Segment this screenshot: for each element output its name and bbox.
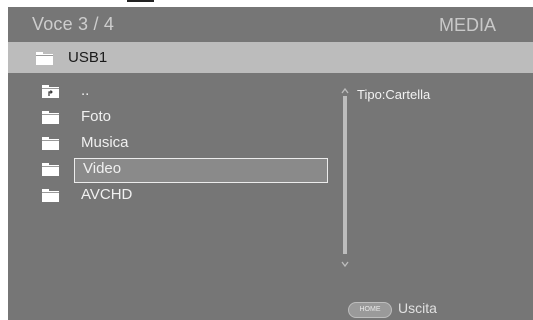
- list-item-foto[interactable]: Foto: [42, 105, 332, 129]
- item-counter: Voce 3 / 4: [32, 14, 115, 34]
- list-item-label: AVCHD: [81, 186, 133, 203]
- list-item-label: Video: [83, 160, 122, 177]
- media-browser-screen: Voce 3 / 4 MEDIA USB1 .. Foto Musica Vid…: [8, 7, 533, 320]
- list-item-musica[interactable]: Musica: [42, 131, 332, 155]
- scrollbar-track[interactable]: [343, 96, 347, 254]
- list-item-label: Musica: [81, 134, 129, 151]
- folder-up-icon: [42, 85, 59, 98]
- home-button-icon: HOME: [348, 302, 392, 318]
- list-item-label: Foto: [81, 108, 112, 125]
- list-item-avchd[interactable]: AVCHD: [42, 183, 332, 207]
- list-item-video[interactable]: Video: [42, 157, 332, 183]
- folder-icon: [36, 52, 53, 65]
- current-path-bar: USB1: [8, 42, 533, 73]
- list-item-parent-folder[interactable]: ..: [42, 79, 332, 103]
- chevron-down-icon[interactable]: [341, 256, 349, 274]
- folder-icon: [42, 111, 59, 124]
- item-type-info: Tipo:Cartella: [357, 87, 431, 102]
- mode-title: MEDIA: [438, 15, 496, 35]
- current-path-label: USB1: [68, 49, 108, 66]
- exit-label: Uscita: [398, 300, 437, 316]
- vertical-scrollbar[interactable]: [341, 83, 349, 268]
- folder-icon: [42, 163, 59, 176]
- header-bar: Voce 3 / 4 MEDIA: [8, 7, 533, 41]
- folder-icon: [42, 189, 59, 202]
- folder-icon: [42, 137, 59, 150]
- top-tab-marker: [127, 0, 154, 2]
- list-item-label: ..: [81, 82, 90, 99]
